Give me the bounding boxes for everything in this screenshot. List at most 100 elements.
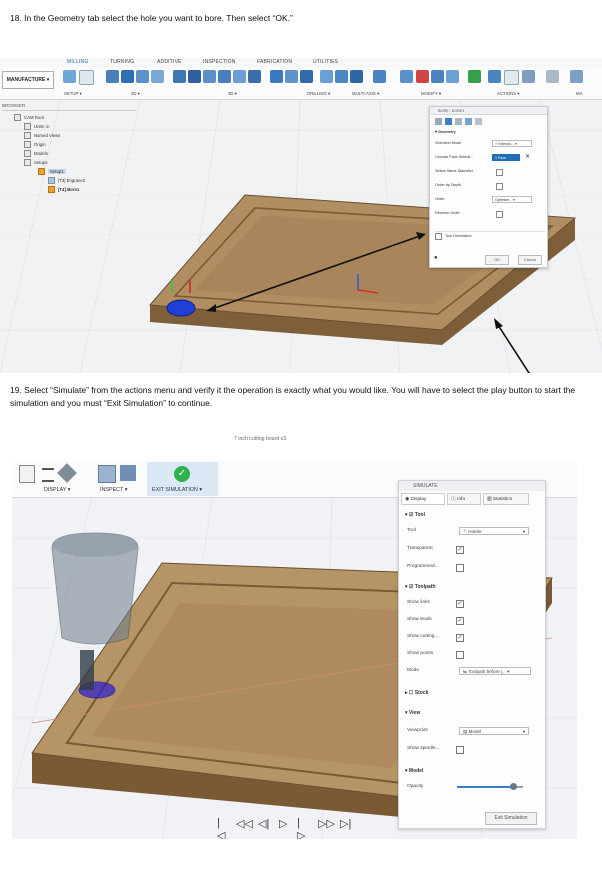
section-icon[interactable] <box>120 465 136 481</box>
bore-icon[interactable] <box>285 70 298 83</box>
generate-icon[interactable] <box>488 70 501 83</box>
viewpoint-select[interactable]: ▤ Model ▾ <box>459 727 529 735</box>
browser-item-cam-root[interactable]: CAM Root <box>14 114 44 122</box>
show-points-checkbox[interactable] <box>456 651 464 659</box>
manufacture-workspace-button[interactable]: MANUFACTURE ▾ <box>2 71 54 89</box>
selection-mode-select[interactable]: ● Selectio... ▾ <box>492 140 532 147</box>
3d-group-label[interactable]: 3D ▾ <box>228 91 237 97</box>
heights-tab-icon[interactable] <box>455 118 462 125</box>
exit-simulation-menu[interactable]: EXIT SIMULATION ▾ <box>152 487 202 493</box>
flow-icon[interactable] <box>350 70 363 83</box>
setup-sheet-actions-icon[interactable] <box>522 70 535 83</box>
face-selection-button[interactable]: 1 Face <box>492 154 520 161</box>
thread-icon[interactable] <box>300 70 313 83</box>
tab-turning[interactable]: TURNING <box>110 59 134 65</box>
multi-axis-contour-icon[interactable] <box>335 70 348 83</box>
2d-adaptive-icon[interactable] <box>106 70 119 83</box>
opacity-slider-track[interactable] <box>457 783 523 790</box>
template-icon[interactable] <box>400 70 413 83</box>
browser-item-units[interactable]: Units: in <box>24 123 50 131</box>
browser-item-models[interactable]: Models <box>24 150 48 158</box>
passes-tab-icon[interactable] <box>465 118 472 125</box>
pocket-clearing-icon[interactable] <box>188 70 201 83</box>
order-by-depth-checkbox[interactable] <box>496 183 503 190</box>
contour-3d-icon[interactable] <box>248 70 261 83</box>
display-cube-icon[interactable] <box>19 465 35 483</box>
stock-section-header[interactable]: ▸ ☐ Stock <box>405 687 428 699</box>
play-icon[interactable]: ▷ <box>279 817 287 830</box>
parallel-icon[interactable] <box>233 70 246 83</box>
2d-contour-icon[interactable] <box>151 70 164 83</box>
simulate-icon[interactable] <box>468 70 481 83</box>
opacity-slider-thumb[interactable] <box>509 783 517 790</box>
browser-item-named-views[interactable]: Named Views <box>24 132 60 140</box>
selected-bore-hole[interactable] <box>166 299 196 317</box>
drilling-group-label[interactable]: DRILLING ▾ <box>307 91 330 97</box>
measure-icon[interactable] <box>98 465 116 483</box>
display-lines-icon[interactable] <box>42 468 54 482</box>
view-section-header[interactable]: ▾ View <box>405 707 420 719</box>
steep-shallow-icon[interactable] <box>203 70 216 83</box>
skip-to-start-icon[interactable]: |◁ <box>217 817 225 839</box>
step-back-icon[interactable]: ◁| <box>258 817 269 830</box>
show-spindle-checkbox[interactable] <box>456 746 464 754</box>
browser-item-setup1[interactable]: Setup1 <box>38 168 66 176</box>
tool-tab-icon[interactable] <box>435 118 442 125</box>
show-leads-checkbox[interactable]: ✓ <box>456 617 464 625</box>
display-shaded-icon[interactable] <box>57 463 77 483</box>
next-operation-icon[interactable]: ▷▷ <box>318 817 335 830</box>
transparent-checkbox[interactable]: ✓ <box>456 546 464 554</box>
programmed-checkbox[interactable] <box>456 564 464 572</box>
browser-item-setups[interactable]: Setups <box>24 159 47 167</box>
geometry-tab-icon[interactable] <box>445 118 452 125</box>
face-icon[interactable] <box>136 70 149 83</box>
skip-to-end-icon[interactable]: ▷| <box>340 817 351 830</box>
cancel-button[interactable]: Cancel <box>518 255 542 265</box>
actions-group-label[interactable]: ACTIONS ▾ <box>497 91 519 97</box>
post-process-icon[interactable] <box>504 70 519 85</box>
tool-library-icon[interactable] <box>546 70 559 83</box>
browser-item-engrave2[interactable]: [T3] Engrave2 <box>48 177 85 185</box>
tab-additive[interactable]: ADDITIVE <box>157 59 182 65</box>
manage-group-label[interactable]: MA <box>576 91 582 96</box>
display-menu[interactable]: DISPLAY ▾ <box>44 487 70 493</box>
show-links-checkbox[interactable]: ✓ <box>456 600 464 608</box>
previous-operation-icon[interactable]: ◁◁ <box>236 817 253 830</box>
manual-nc-icon[interactable] <box>446 70 459 83</box>
scallop-icon[interactable] <box>218 70 231 83</box>
tab-inspection[interactable]: INSPECTION <box>203 59 236 65</box>
tab-milling[interactable]: MILLING <box>67 59 88 65</box>
tab-fabrication[interactable]: FABRICATION <box>257 59 292 65</box>
adaptive-clearing-icon[interactable] <box>173 70 186 83</box>
mode-select[interactable]: ⇆ Toolpath before j... ▾ <box>459 667 531 675</box>
new-setup-icon[interactable] <box>63 70 76 83</box>
manage-icon[interactable] <box>570 70 583 83</box>
browser-item-bore1[interactable]: [T4] Bore1 <box>48 186 79 194</box>
select-same-diameter-checkbox[interactable] <box>496 169 503 176</box>
ok-button[interactable]: OK <box>485 255 509 265</box>
model-section-header[interactable]: ▾ Model <box>405 765 423 777</box>
cutting-tool[interactable] <box>80 650 94 690</box>
swarf-icon[interactable] <box>320 70 333 83</box>
tab-display[interactable]: ◉ Display <box>401 493 445 505</box>
exit-simulation-button[interactable]: Exit Simulation <box>485 812 537 825</box>
modify-group-label[interactable]: MODIFY ▾ <box>421 91 441 97</box>
tab-utilities[interactable]: UTILITIES <box>313 59 338 65</box>
browser-item-origin[interactable]: Origin <box>24 141 45 149</box>
multi-axis-group-label[interactable]: MULTI-AXIS ▾ <box>352 91 379 97</box>
tool-select[interactable]: ⊤ Holder ▾ <box>459 527 529 535</box>
clear-selection-icon[interactable]: ✕ <box>525 153 530 162</box>
setup-sheet-icon[interactable] <box>79 70 94 85</box>
tab-info[interactable]: ⓘ Info <box>447 493 481 505</box>
inspect-menu[interactable]: INSPECT ▾ <box>100 487 127 493</box>
order-select[interactable]: Optimize... ▾ <box>492 196 532 203</box>
step-forward-icon[interactable]: |▷ <box>297 817 305 839</box>
show-cutting-checkbox[interactable]: ✓ <box>456 634 464 642</box>
tab-statistics[interactable]: ▥ Statistics <box>483 493 529 505</box>
drill-icon[interactable] <box>270 70 283 83</box>
geometry-section-header[interactable]: ▾ Geometry <box>435 128 545 137</box>
toolpath-section-header[interactable]: ▾ ☑ Toolpath <box>405 581 436 593</box>
tool-orientation-checkbox[interactable] <box>435 232 442 240</box>
2d-group-label[interactable]: 2D ▾ <box>131 91 140 97</box>
linking-tab-icon[interactable] <box>475 118 482 125</box>
